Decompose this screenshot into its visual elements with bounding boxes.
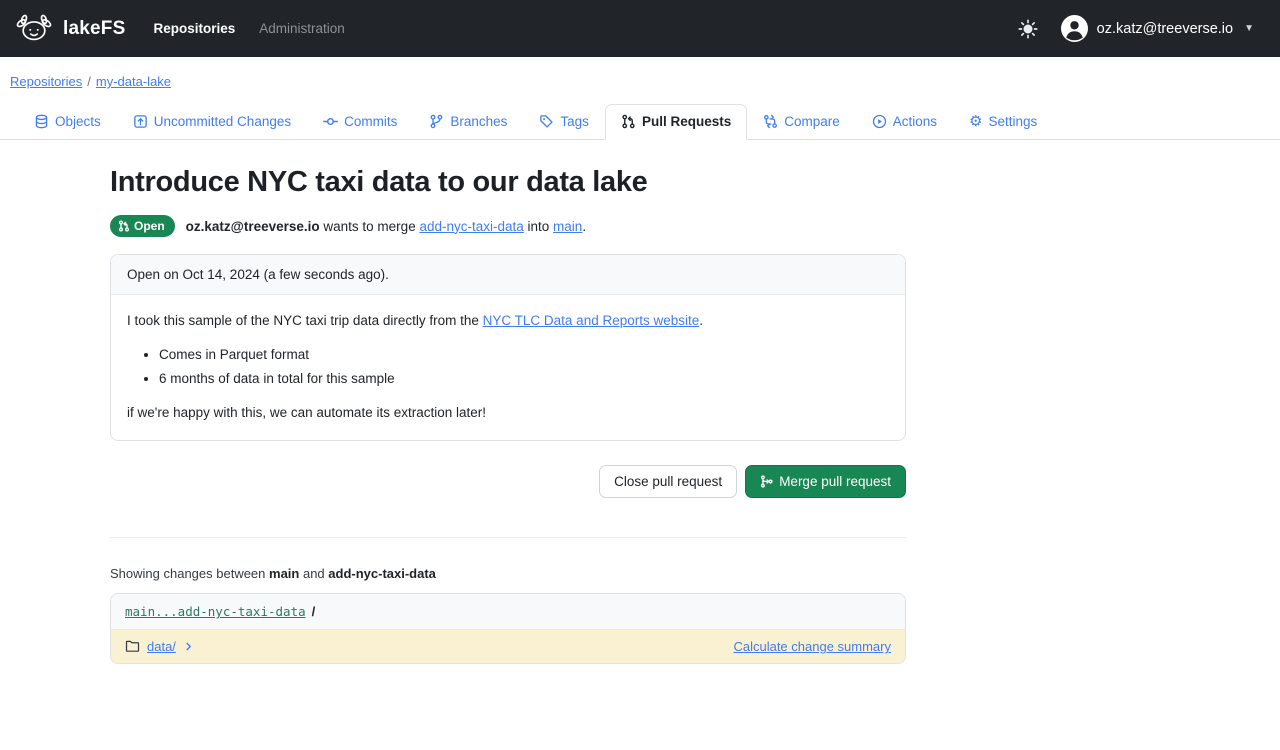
changed-path-link[interactable]: data/ [147, 639, 176, 654]
page-title: Introduce NYC taxi data to our data lake [110, 166, 906, 199]
status-badge: Open [110, 215, 175, 237]
lakefs-brand[interactable]: lakeFS [14, 14, 125, 44]
nav-repositories[interactable]: Repositories [153, 21, 235, 36]
merge-pull-request-button[interactable]: Merge pull request [745, 465, 906, 498]
changes-summary-line: Showing changes between main and add-nyc… [110, 566, 906, 581]
nav-administration[interactable]: Administration [259, 21, 345, 36]
merge-sentence: oz.katz@treeverse.io wants to merge add-… [186, 219, 586, 234]
top-navbar: lakeFS Repositories Administration oz.ka… [0, 0, 1280, 57]
breadcrumb-repositories[interactable]: Repositories [10, 74, 82, 89]
database-icon [34, 114, 49, 129]
head-branch-name: add-nyc-taxi-data [328, 566, 436, 581]
tab-compare[interactable]: Compare [747, 104, 856, 140]
gear-icon: ⚙ [969, 114, 982, 129]
chevron-down-icon: ▼ [1244, 23, 1254, 34]
pull-request-icon [118, 220, 130, 232]
axolotl-logo-icon [14, 14, 54, 44]
chevron-right-icon[interactable] [183, 641, 194, 652]
changes-table-header: main...add-nyc-taxi-data / [111, 594, 905, 630]
user-email: oz.katz@treeverse.io [1097, 21, 1233, 37]
close-pull-request-button[interactable]: Close pull request [599, 465, 737, 498]
play-circle-icon [872, 114, 887, 129]
bullet-item: 6 months of data in total for this sampl… [159, 369, 889, 389]
avatar-person-icon [1061, 15, 1088, 42]
ref-root-path: / [312, 604, 316, 619]
tab-objects[interactable]: Objects [18, 104, 117, 140]
pr-author: oz.katz@treeverse.io [186, 219, 320, 234]
breadcrumb-repo-name[interactable]: my-data-lake [96, 74, 171, 89]
pr-description-body: I took this sample of the NYC taxi trip … [111, 295, 905, 440]
bullet-item: Comes in Parquet format [159, 345, 889, 365]
source-branch-link[interactable]: add-nyc-taxi-data [419, 219, 523, 234]
description-outro: if we're happy with this, we can automat… [127, 403, 889, 423]
description-bullets: Comes in Parquet format 6 months of data… [127, 345, 889, 389]
pr-action-buttons: Close pull request Merge pull request [110, 465, 906, 498]
tab-uncommitted-changes[interactable]: Uncommitted Changes [117, 104, 307, 140]
brand-name: lakeFS [63, 18, 125, 40]
section-divider [110, 537, 906, 538]
tab-branches[interactable]: Branches [413, 104, 523, 140]
tab-tags[interactable]: Tags [523, 104, 605, 140]
tab-settings[interactable]: ⚙ Settings [953, 104, 1053, 140]
tab-commits[interactable]: Commits [307, 104, 413, 140]
repo-tab-bar: Objects Uncommitted Changes Commits [0, 104, 1280, 140]
pr-status-line: Open oz.katz@treeverse.io wants to merge… [110, 215, 906, 237]
changes-table: main...add-nyc-taxi-data / data/ Calcula… [110, 593, 906, 664]
target-branch-link[interactable]: main [553, 219, 582, 234]
compare-icon [763, 114, 778, 129]
tag-icon [539, 114, 554, 129]
tab-pull-requests[interactable]: Pull Requests [605, 104, 747, 140]
upload-box-icon [133, 114, 148, 129]
pull-request-page: Introduce NYC taxi data to our data lake… [110, 166, 906, 664]
ref-comparison-link[interactable]: main...add-nyc-taxi-data [125, 604, 306, 619]
user-menu[interactable]: oz.katz@treeverse.io ▼ [1061, 15, 1254, 42]
tab-actions[interactable]: Actions [856, 104, 953, 140]
branch-icon [429, 114, 444, 129]
pr-opened-line: Open on Oct 14, 2024 (a few seconds ago)… [111, 255, 905, 295]
nyc-tlc-link[interactable]: NYC TLC Data and Reports website [483, 313, 700, 328]
merge-icon [760, 475, 773, 488]
pr-description-card: Open on Oct 14, 2024 (a few seconds ago)… [110, 254, 906, 441]
commit-icon [323, 114, 338, 129]
theme-toggle-sun-icon[interactable] [1017, 18, 1039, 40]
description-intro: I took this sample of the NYC taxi trip … [127, 311, 889, 331]
base-branch-name: main [269, 566, 299, 581]
breadcrumb-separator: / [87, 74, 91, 89]
breadcrumb: Repositories / my-data-lake [0, 57, 1280, 89]
folder-icon [125, 639, 140, 654]
calculate-change-summary-link[interactable]: Calculate change summary [733, 639, 891, 654]
table-row: data/ Calculate change summary [111, 630, 905, 663]
pull-request-icon [621, 114, 636, 129]
